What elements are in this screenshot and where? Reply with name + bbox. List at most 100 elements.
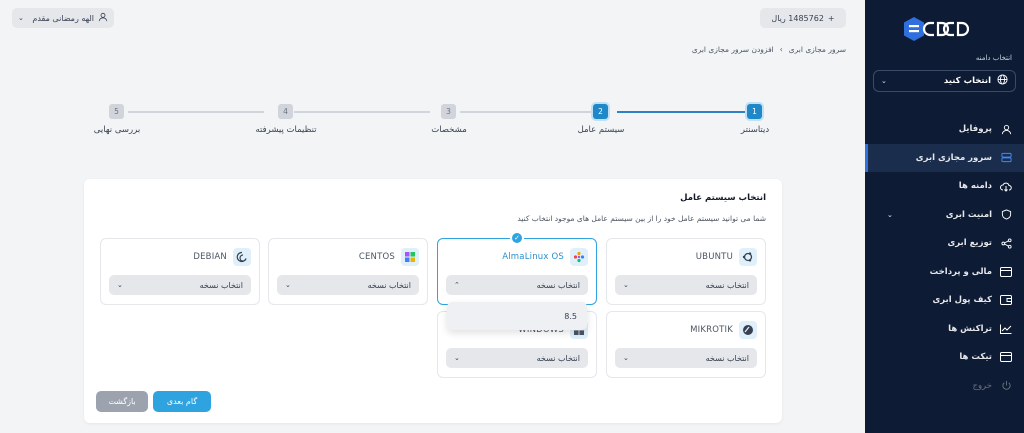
balance-button[interactable]: + 1485762 ریال [760,8,846,28]
os-card-almalinux[interactable]: ✓ AlmaLinux OS انتخاب نسخه ⌃ [437,231,597,305]
sidebar-item-transactions[interactable]: تراکنش ها [865,315,1024,344]
back-button[interactable]: بازگشت [96,391,148,412]
version-select-value: انتخاب نسخه [367,280,411,290]
user-name: الهه رمضانی مقدم [32,13,94,23]
globe-icon [997,74,1008,88]
share-icon [1000,237,1012,249]
breadcrumb-parent[interactable]: سرور مجازی ابری [789,45,846,54]
user-icon [98,12,108,24]
sidebar-item-label: سرور مجازی ابری [915,152,992,163]
balance-value: 1485762 ریال [771,13,824,23]
sidebar-item-label: توزیع ابری [947,238,992,249]
version-dropdown: 8.5 [447,302,587,330]
version-select[interactable]: انتخاب نسخه ⌄ [277,275,419,295]
os-card-centos[interactable]: CENTOS انتخاب نسخه ⌄ [268,238,428,305]
step-5-number: 5 [109,104,124,119]
card-icon [1000,266,1012,278]
step-connector [460,111,596,113]
shield-icon [1000,209,1012,221]
os-name: AlmaLinux OS [502,252,564,262]
step-1-number: 1 [747,104,762,119]
sidebar-item-label: خروج [972,380,992,391]
user-icon [1000,123,1012,135]
chevron-down-icon: ⌄ [18,14,24,22]
version-select[interactable]: انتخاب نسخه ⌄ [615,348,757,368]
step-4-label: تنظیمات پیشرفته [255,125,317,135]
version-select-value: انتخاب نسخه [199,280,243,290]
wallet-icon [1000,294,1012,306]
chevron-up-icon: ⌃ [454,281,460,289]
chevron-down-icon: ⌄ [623,281,629,289]
ticket-icon [1000,351,1012,363]
step-4-number: 4 [278,104,293,119]
domain-label: انتخاب دامنه [975,54,1012,62]
version-select-value: انتخاب نسخه [705,353,749,363]
chevron-down-icon: ⌄ [285,281,291,289]
card-subtitle: شما می توانید سیستم عامل خود را از بین س… [517,214,766,223]
os-name: CENTOS [358,252,395,262]
version-select-value: انتخاب نسخه [705,280,749,290]
card-title: انتخاب سیستم عامل [680,193,766,203]
domain-select[interactable]: انتخاب کنید ⌄ [873,70,1016,92]
sidebar-item-finance[interactable]: مالی و پرداخت [865,258,1024,287]
step-3-number: 3 [441,104,456,119]
step-3-label: مشخصات [431,125,467,135]
sidebar-item-label: مالی و پرداخت [929,266,992,277]
sidebar-item-label: امنیت ابری [945,209,992,220]
power-icon [1000,380,1012,392]
chevron-down-icon: ⌄ [454,354,460,362]
os-card-ubuntu[interactable]: UBUNTU انتخاب نسخه ⌄ [606,238,766,305]
next-step-button[interactable]: گام بعدی [153,391,211,412]
step-connector [128,111,264,113]
mikrotik-icon [739,321,757,339]
os-card-debian[interactable]: DEBIAN انتخاب نسخه ⌄ [100,238,260,305]
sidebar: انتخاب دامنه انتخاب کنید ⌄ پروفایل سرور … [865,0,1024,433]
chevron-down-icon: ⌄ [117,281,123,289]
sidebar-menu: پروفایل سرور مجازی ابری دامنه ها امنیت ا… [865,115,1024,400]
ubuntu-icon [739,248,757,266]
step-2-number: 2 [593,104,608,119]
breadcrumb-current: افزودن سرور مجازی ابری [691,45,774,54]
sidebar-item-label: تراکنش ها [948,323,992,334]
step-2-label: سیستم عامل [577,125,625,135]
sidebar-item-label: تیکت ها [959,352,992,363]
sidebar-item-label: دامنه ها [958,181,992,192]
check-icon: ✓ [510,231,524,245]
cloud-icon [1000,180,1012,192]
chart-icon [1000,323,1012,335]
os-card-mikrotik[interactable]: MIKROTIK انتخاب نسخه ⌄ [606,311,766,378]
sidebar-item-label: کیف پول ابری [932,295,992,306]
version-select[interactable]: انتخاب نسخه ⌄ [109,275,251,295]
sidebar-item-cloud-server[interactable]: سرور مجازی ابری [865,143,1024,172]
centos-icon [401,248,419,266]
os-name: UBUNTU [695,252,733,262]
sidebar-item-label: پروفایل [958,124,992,135]
logo-icon [904,17,970,41]
stepper: 5 بررسی نهایی 4 تنظیمات پیشرفته 3 مشخصات… [94,100,776,140]
chevron-down-icon: ⌄ [881,77,887,85]
chevron-down-icon: ⌄ [623,354,629,362]
sidebar-item-logout[interactable]: خروج [865,372,1024,401]
step-connector-active [617,111,746,113]
sidebar-item-wallet[interactable]: کیف پول ابری [865,286,1024,315]
sidebar-item-domains[interactable]: دامنه ها [865,172,1024,201]
user-menu[interactable]: الهه رمضانی مقدم ⌄ [12,8,114,28]
sidebar-item-distribution[interactable]: توزیع ابری [865,229,1024,258]
version-option[interactable]: 8.5 [564,312,577,321]
version-select[interactable]: انتخاب نسخه ⌄ [446,348,588,368]
os-name: DEBIAN [193,252,227,262]
step-connector [294,111,430,113]
version-select-value: انتخاب نسخه [536,280,580,290]
plus-icon: + [827,13,835,23]
breadcrumb: سرور مجازی ابری › افزودن سرور مجازی ابری [692,45,846,54]
brand-logo[interactable] [904,14,988,44]
version-select[interactable]: انتخاب نسخه ⌃ [446,275,588,295]
server-icon [1000,152,1012,164]
sidebar-item-profile[interactable]: پروفایل [865,115,1024,144]
step-1-label: دیتاسنتر [740,125,770,135]
version-select-value: انتخاب نسخه [536,353,580,363]
breadcrumb-separator: › [779,45,783,54]
sidebar-item-security[interactable]: امنیت ابری ⌄ [865,201,1024,230]
version-select[interactable]: انتخاب نسخه ⌄ [615,275,757,295]
sidebar-item-tickets[interactable]: تیکت ها [865,343,1024,372]
